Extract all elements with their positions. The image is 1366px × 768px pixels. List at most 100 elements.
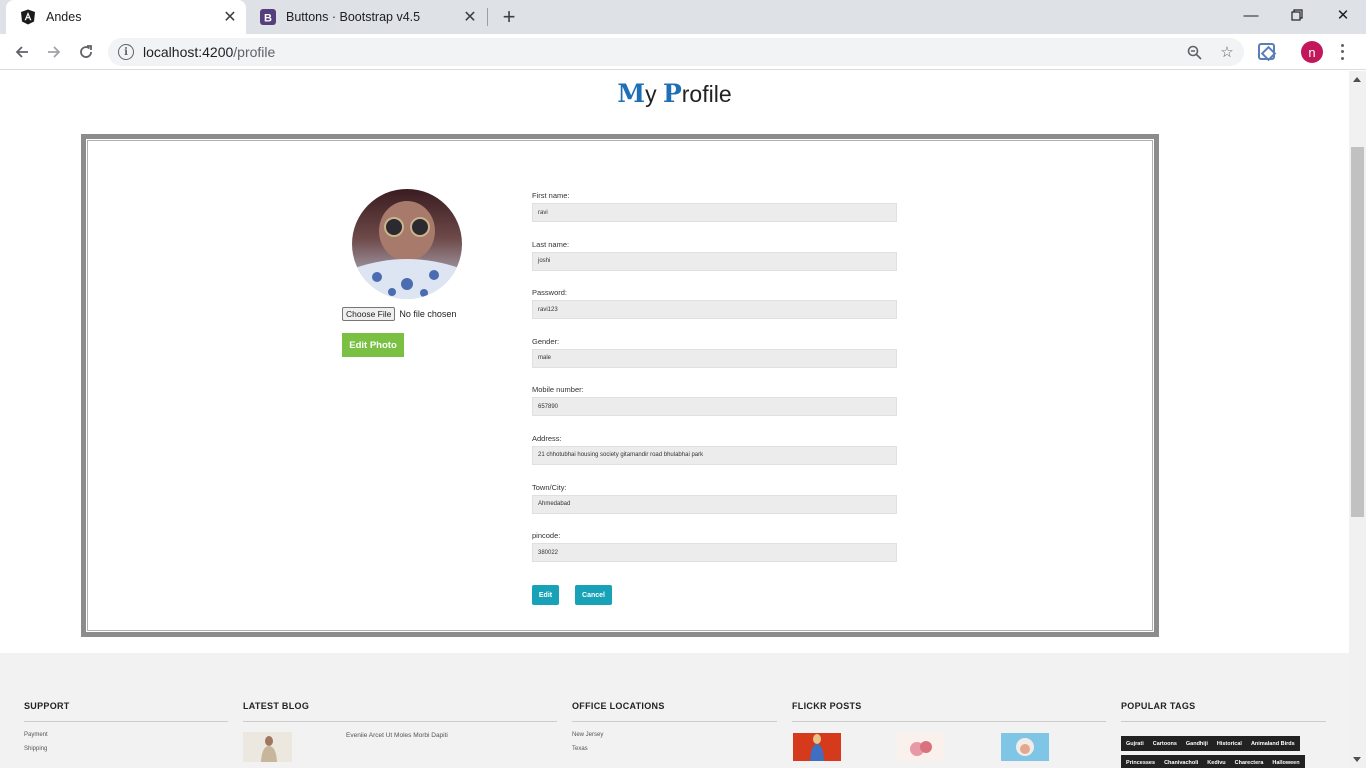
footer-tags: POPULAR TAGS — [1121, 701, 1326, 722]
tag-kedivu[interactable]: Kedivu — [1207, 760, 1225, 766]
last-name-label: Last name: — [532, 239, 570, 249]
tag-gandhiji[interactable]: Gandhiji — [1186, 741, 1208, 747]
new-tab-icon[interactable]: + — [496, 4, 522, 30]
footer-heading: LATEST BLOG — [243, 701, 310, 711]
browser-tab-strip: Andes ✕ B Buttons · Bootstrap v4.5 ✕ + —… — [0, 0, 1366, 34]
footer-flickr: FLICKR POSTS — [792, 701, 1106, 722]
pincode-label: pincode: — [532, 531, 561, 541]
divider — [243, 721, 557, 722]
divider — [572, 721, 777, 722]
tag-animaland-birds[interactable]: Animaland Birds — [1251, 741, 1295, 747]
page-viewport: My Profile Choose File No file chosen Ed… — [0, 71, 1349, 768]
url-text: localhost:4200/profile — [143, 44, 276, 60]
gender-input[interactable]: male — [532, 348, 897, 368]
close-tab-icon[interactable]: ✕ — [460, 7, 480, 27]
profile-photo — [352, 189, 462, 299]
pincode-input[interactable]: 380022 — [532, 543, 897, 563]
edit-button[interactable]: Edit — [532, 585, 559, 605]
minimize-icon[interactable]: — — [1228, 0, 1274, 30]
footer-link-shipping[interactable]: Shipping — [24, 746, 228, 752]
svg-text:B: B — [264, 13, 272, 25]
blog-thumbnail[interactable] — [243, 732, 292, 762]
edit-photo-button[interactable]: Edit Photo — [342, 333, 404, 357]
bootstrap-icon: B — [260, 9, 276, 25]
choose-file-button[interactable]: Choose File — [342, 307, 396, 321]
close-tab-icon[interactable]: ✕ — [220, 7, 240, 27]
flickr-photo[interactable] — [1001, 733, 1049, 761]
mobile-number-field: Mobile number: 657890 — [532, 385, 897, 434]
angular-icon — [20, 9, 36, 25]
tag-cartoons[interactable]: Cartoons — [1153, 741, 1177, 747]
form-actions: Edit Cancel — [532, 585, 612, 605]
password-field: Password: ravi123 — [532, 288, 897, 337]
page-scrollbar[interactable] — [1349, 71, 1366, 768]
divider — [792, 721, 1106, 722]
profile-avatar[interactable]: n — [1301, 41, 1323, 63]
browser-toolbar: i localhost:4200/profile ☆ n — [0, 34, 1366, 70]
tag-chanivacholi[interactable]: Chanivacholi — [1164, 760, 1198, 766]
footer-heading: FLICKR POSTS — [792, 701, 862, 711]
flickr-photo[interactable] — [793, 733, 841, 761]
password-label: Password: — [532, 288, 568, 298]
extension-icon[interactable] — [1258, 43, 1275, 60]
password-input[interactable]: ravi123 — [532, 300, 897, 320]
address-field: Address: 21 chhotubhai housing society g… — [532, 434, 897, 483]
town-city-label: Town/City: — [532, 482, 567, 492]
blog-post-link[interactable]: Eveniie Arcet Ut Moles Morbi Dapiti — [346, 732, 557, 739]
first-name-label: First name: — [532, 191, 570, 200]
zoom-icon[interactable] — [1185, 43, 1203, 61]
first-name-input[interactable]: ravi — [532, 203, 897, 222]
first-name-field: First name: ravi — [532, 191, 897, 240]
footer-link-new-jersey[interactable]: New Jersey — [572, 732, 777, 738]
mobile-number-label: Mobile number: — [532, 385, 584, 395]
address-label: Address: — [532, 433, 562, 443]
scrollbar-thumb[interactable] — [1351, 147, 1364, 517]
bookmark-star-icon[interactable]: ☆ — [1218, 43, 1236, 61]
file-upload: Choose File No file chosen — [342, 307, 456, 321]
forward-icon[interactable] — [40, 38, 68, 66]
close-window-icon[interactable]: ✕ — [1320, 0, 1366, 30]
footer-link-texas[interactable]: Texas — [572, 746, 777, 752]
tag-row: Gujrati Cartoons Gandhiji Historical Ani… — [1121, 736, 1300, 751]
tag-halloween[interactable]: Halloween — [1272, 760, 1299, 766]
scroll-up-icon[interactable] — [1353, 77, 1361, 82]
tab-title: Buttons · Bootstrap v4.5 — [286, 10, 421, 24]
divider — [24, 721, 228, 722]
gender-label: Gender: — [532, 336, 560, 346]
last-name-input[interactable]: joshi — [532, 251, 897, 271]
footer-link-payment[interactable]: Payment — [24, 732, 228, 738]
tag-row: Princesses Chanivacholi Kedivu Charecter… — [1121, 755, 1305, 768]
reload-icon[interactable] — [72, 38, 100, 66]
footer-heading: POPULAR TAGS — [1121, 701, 1196, 711]
restore-icon[interactable] — [1274, 0, 1320, 30]
page-title: My Profile — [617, 79, 732, 108]
tab-separator — [487, 8, 488, 26]
browser-menu-icon[interactable] — [1337, 42, 1347, 62]
file-status-text: No file chosen — [399, 309, 457, 319]
tag-charectera[interactable]: Charectera — [1235, 760, 1264, 766]
site-info-icon[interactable]: i — [118, 44, 134, 60]
address-bar[interactable]: i localhost:4200/profile ☆ — [108, 38, 1244, 66]
last-name-field: Last name: joshi — [532, 240, 897, 289]
town-city-input[interactable]: Ahmedabad — [532, 494, 897, 514]
footer-support: SUPPORT Payment Shipping — [24, 701, 228, 752]
footer-offices: OFFICE LOCATIONS New Jersey Texas — [572, 701, 777, 752]
flickr-photo[interactable] — [897, 733, 945, 761]
scroll-down-icon[interactable] — [1353, 757, 1361, 762]
back-icon[interactable] — [8, 38, 36, 66]
mobile-number-input[interactable]: 657890 — [532, 397, 897, 417]
tab-bootstrap-buttons[interactable]: B Buttons · Bootstrap v4.5 ✕ — [246, 0, 486, 34]
tab-title: Andes — [46, 10, 82, 24]
address-input[interactable]: 21 chhotubhai housing society gitamandir… — [532, 445, 897, 465]
footer-heading: OFFICE LOCATIONS — [572, 701, 665, 711]
tag-princesses[interactable]: Princesses — [1126, 760, 1155, 766]
footer-heading: SUPPORT — [24, 701, 70, 711]
pincode-field: pincode: 380022 — [532, 531, 897, 580]
tag-historical[interactable]: Historical — [1217, 741, 1242, 747]
tab-andes[interactable]: Andes ✕ — [6, 0, 246, 34]
profile-form: First name: ravi Last name: joshi Passwo… — [532, 191, 897, 580]
town-city-field: Town/City: Ahmedabad — [532, 483, 897, 532]
divider — [1121, 721, 1326, 722]
tag-gujrati[interactable]: Gujrati — [1126, 741, 1144, 747]
cancel-button[interactable]: Cancel — [575, 585, 612, 605]
